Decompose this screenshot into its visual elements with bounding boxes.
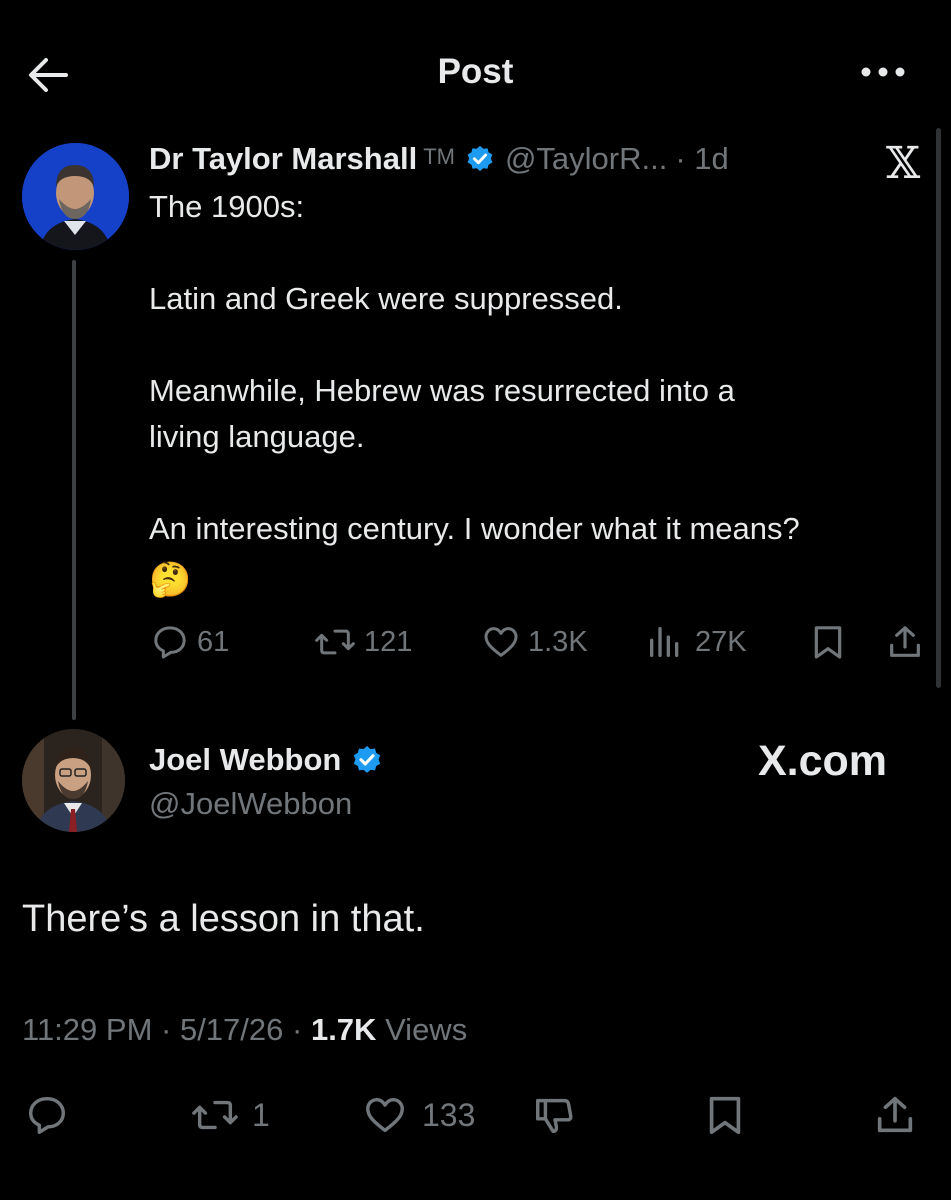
views-label: Views	[385, 1012, 468, 1047]
bookmark-button-icon[interactable]	[702, 1092, 748, 1138]
reply-header: Joel Webbon	[149, 740, 383, 780]
tweet-text: The 1900s: Latin and Greek were suppress…	[149, 189, 800, 546]
like-button[interactable]: 133	[358, 1092, 475, 1138]
reply-author-name[interactable]: Joel Webbon	[149, 742, 341, 778]
view-count: 27K	[695, 625, 747, 658]
repost-action[interactable]: 121	[312, 622, 412, 662]
reply-icon	[149, 622, 191, 662]
dislike-icon[interactable]	[530, 1092, 580, 1138]
more-options-icon[interactable]	[858, 60, 908, 84]
reply-repost-count: 1	[252, 1096, 270, 1133]
tweet-time: · 1d	[675, 141, 729, 176]
repost-icon	[188, 1092, 242, 1138]
tweet-header: Dr Taylor Marshall TM @TaylorR... · 1d	[149, 139, 729, 179]
thread-connector	[72, 260, 76, 720]
author-handle[interactable]: @TaylorR...	[505, 141, 667, 177]
post-time: 11:29 PM	[22, 1012, 153, 1047]
x-logo-icon: 𝕏	[886, 138, 921, 189]
repost-count: 121	[364, 625, 413, 658]
repost-button[interactable]: 1	[188, 1092, 270, 1138]
like-count: 1.3K	[528, 625, 588, 658]
analytics-icon	[645, 622, 685, 662]
scrollbar[interactable]	[936, 128, 941, 688]
avatar-joel-webbon[interactable]	[22, 729, 125, 832]
reply-text: There’s a lesson in that.	[22, 898, 425, 940]
share-button-icon[interactable]	[870, 1092, 920, 1138]
page-title: Post	[437, 52, 514, 91]
reply-author-handle[interactable]: @JoelWebbon	[149, 786, 352, 822]
verified-badge-icon	[465, 144, 495, 174]
heart-icon	[358, 1092, 412, 1138]
reply-like-count: 133	[422, 1096, 476, 1133]
heart-icon	[480, 622, 522, 662]
author-name[interactable]: Dr Taylor Marshall	[149, 141, 417, 177]
post-date: 5/17/26	[179, 1012, 284, 1047]
repost-icon	[312, 622, 358, 662]
reply-button-icon[interactable]	[22, 1092, 72, 1138]
like-action[interactable]: 1.3K	[480, 622, 588, 662]
avatar-taylor-marshall[interactable]	[22, 143, 129, 250]
verified-badge-icon	[351, 744, 383, 776]
share-icon[interactable]	[884, 622, 926, 662]
post-metadata: 11:29 PM · 5/17/26 · 1.7K Views	[22, 1012, 468, 1047]
thinking-emoji: 🤔	[149, 561, 192, 599]
trademark-badge: TM	[423, 144, 455, 169]
views-action[interactable]: 27K	[645, 622, 747, 662]
reply-action[interactable]: 61	[149, 622, 229, 662]
bookmark-icon[interactable]	[808, 622, 848, 662]
reply-count: 61	[197, 625, 230, 658]
post-view-count: 1.7K	[310, 1012, 377, 1047]
xcom-watermark: X.com	[758, 737, 888, 785]
